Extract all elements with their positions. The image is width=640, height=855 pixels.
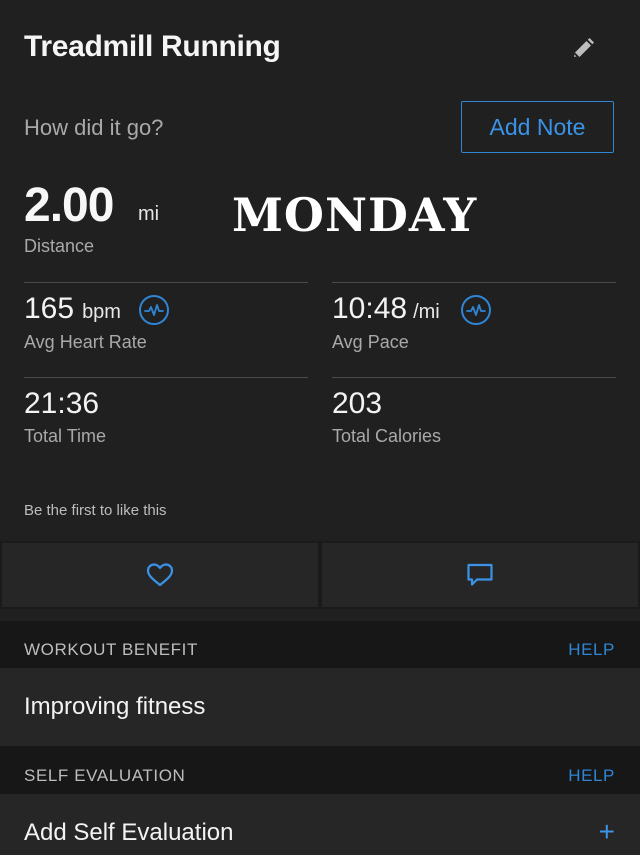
heart-icon (146, 563, 174, 587)
add-note-button[interactable]: Add Note (461, 101, 614, 153)
heart-rate-value: 165 (24, 292, 75, 325)
total-time-value: 21:36 (24, 387, 100, 420)
heart-rate-label: Avg Heart Rate (24, 332, 147, 352)
pace-stat: 10:48 /mi (332, 292, 440, 326)
section-title: WORKOUT BENEFIT (24, 640, 198, 659)
pace-unit: /mi (413, 301, 440, 323)
likes-text: Be the first to like this (24, 502, 167, 519)
heart-rate-icon[interactable] (139, 295, 169, 325)
total-calories-label: Total Calories (332, 426, 442, 446)
pace-value: 10:48 (332, 292, 408, 325)
heart-rate-stat: 165 bpm (24, 292, 121, 326)
section-title: SELF EVALUATION (24, 766, 186, 785)
comment-button[interactable] (322, 543, 638, 607)
self-evaluation-header: SELF EVALUATION HELP (0, 746, 640, 794)
action-bar (0, 541, 640, 609)
distance-label: Distance (24, 236, 95, 256)
pencil-icon[interactable] (570, 36, 596, 62)
total-time-label: Total Time (24, 426, 107, 446)
workout-benefit-value: Improving fitness (24, 693, 206, 720)
help-link[interactable]: HELP (568, 640, 615, 660)
add-self-evaluation-label: Add Self Evaluation (24, 819, 234, 846)
add-self-evaluation-row[interactable]: Add Self Evaluation + (0, 794, 640, 855)
comment-icon (467, 563, 493, 586)
divider (332, 282, 616, 283)
help-link[interactable]: HELP (568, 766, 615, 786)
workout-benefit-row[interactable]: Improving fitness (0, 668, 640, 746)
note-prompt: How did it go? (24, 115, 164, 140)
pace-label: Avg Pace (332, 332, 409, 352)
like-button[interactable] (2, 543, 318, 607)
distance-value: 2.00 (24, 179, 114, 232)
divider (332, 377, 616, 378)
pace-chart-icon[interactable] (461, 295, 491, 325)
day-overlay-text: MONDAY (232, 188, 478, 242)
activity-detail-screen: Treadmill Running How did it go? Add Not… (0, 0, 640, 855)
page-title: Treadmill Running (24, 30, 281, 63)
total-calories-value: 203 (332, 387, 383, 420)
divider (24, 377, 308, 378)
plus-icon[interactable]: + (599, 816, 615, 848)
distance-unit: mi (138, 203, 160, 225)
heart-rate-unit: bpm (82, 301, 121, 323)
divider (24, 282, 308, 283)
